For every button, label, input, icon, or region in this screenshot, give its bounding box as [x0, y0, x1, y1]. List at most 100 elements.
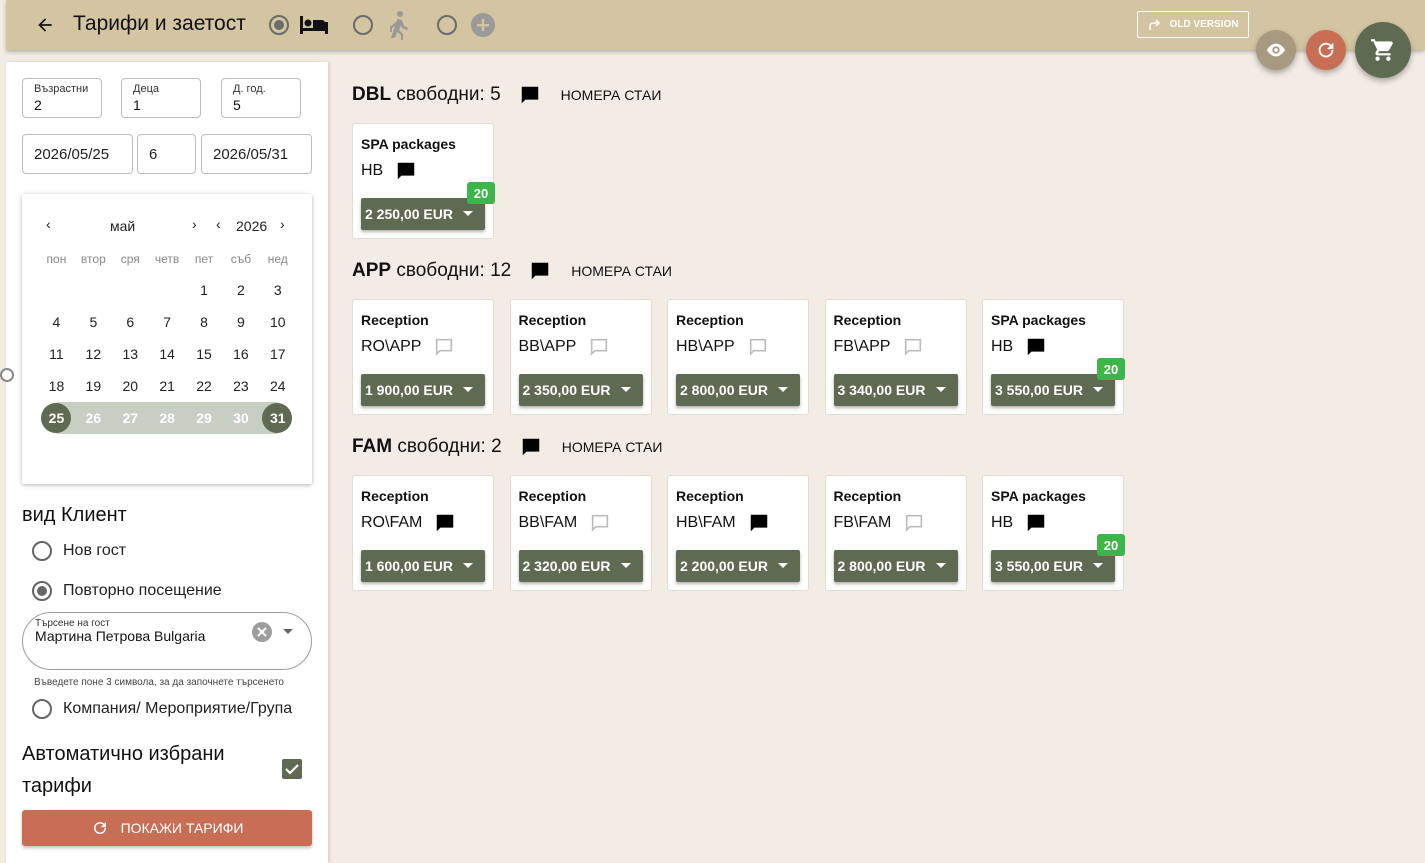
price-dropdown-button[interactable]: 3 550,00 EUR [991, 374, 1115, 406]
calendar-day[interactable]: 14 [149, 338, 186, 370]
back-button[interactable] [30, 10, 60, 40]
refresh-icon [1318, 42, 1334, 58]
calendar-grid: пон втор сря четв пет съб нед 1 2 3 4 5 6 7 8 9 10 11 12 13… [38, 244, 297, 434]
cart-button[interactable] [1355, 22, 1411, 78]
next-month-icon[interactable]: › [192, 216, 197, 232]
calendar-day[interactable]: 18 [38, 370, 75, 402]
auto-rates-checkbox[interactable] [282, 759, 302, 779]
next-year-icon[interactable]: › [280, 216, 285, 232]
room-numbers-button[interactable]: НОМЕРА СТАИ [561, 87, 662, 103]
price-dropdown-button[interactable]: 1 600,00 EUR [361, 550, 485, 582]
calendar-day[interactable]: 25 [38, 402, 75, 434]
price-dropdown-button[interactable]: 3 550,00 EUR [991, 550, 1115, 582]
calendar-day[interactable]: 31 [259, 402, 297, 434]
price-dropdown-button[interactable]: 2 800,00 EUR [676, 374, 800, 406]
children-field[interactable]: Деца 1 [121, 78, 201, 118]
show-rates-button[interactable]: ПОКАЖИ ТАРИФИ [22, 810, 312, 846]
prev-year-icon[interactable]: ‹ [216, 216, 221, 232]
guest-search-input[interactable]: Търсене на гост Мартина Петрова Bulgaria [22, 612, 312, 670]
walk-icon[interactable] [382, 10, 414, 40]
calendar-day[interactable]: 7 [149, 306, 186, 338]
price-dropdown-button[interactable]: 2 200,00 EUR [676, 550, 800, 582]
calendar-day[interactable]: 4 [38, 306, 75, 338]
room-comment-icon[interactable] [520, 436, 542, 458]
calendar-day[interactable]: 5 [75, 306, 112, 338]
calendar-day[interactable]: 20 [112, 370, 149, 402]
prev-month-icon[interactable]: ‹ [46, 216, 51, 232]
price-dropdown-button[interactable]: 2 320,00 EUR [518, 550, 643, 582]
rate-comment-icon[interactable] [902, 336, 924, 358]
calendar-day[interactable]: 16 [222, 338, 259, 370]
mode-radio-walkin[interactable] [353, 15, 373, 35]
children-label: Деца [133, 83, 159, 95]
calendar-day[interactable]: 19 [75, 370, 112, 402]
rate-comment-icon[interactable] [433, 336, 455, 358]
rate-comment-icon[interactable] [588, 336, 610, 358]
calendar-day[interactable]: 26 [74, 402, 112, 434]
calendar-day[interactable]: 24 [259, 370, 296, 402]
room-comment-icon[interactable] [529, 260, 551, 282]
calendar-day[interactable]: 21 [149, 370, 186, 402]
radio-company[interactable] [32, 699, 52, 719]
calendar-day[interactable]: 27 [111, 402, 149, 434]
calendar-day[interactable]: 10 [259, 306, 296, 338]
calendar-day[interactable]: 12 [75, 338, 112, 370]
radio-new-guest[interactable] [32, 541, 52, 561]
rate-comment-icon[interactable] [434, 512, 456, 534]
sidebar-handle[interactable] [0, 368, 14, 382]
room-numbers-button[interactable]: НОМЕРА СТАИ [562, 439, 663, 455]
calendar-day[interactable]: 22 [186, 370, 223, 402]
calendar-day[interactable]: 11 [38, 338, 75, 370]
date-to-field[interactable]: 2026/05/31 [201, 134, 312, 174]
add-circle-icon[interactable] [467, 10, 499, 40]
nights-field[interactable]: 6 [137, 134, 196, 174]
rate-comment-icon[interactable] [589, 512, 611, 534]
client-option-company[interactable]: Компания/ Мероприятие/Група [32, 699, 292, 719]
calendar-day[interactable]: 23 [222, 370, 259, 402]
calendar-day[interactable]: 29 [185, 402, 223, 434]
refresh-button[interactable] [1306, 30, 1346, 70]
child-age-label: Д. год. [233, 83, 266, 95]
rate-comment-icon[interactable] [395, 160, 417, 182]
dropdown-caret-icon [463, 387, 473, 392]
rate-comment-icon[interactable] [747, 336, 769, 358]
room-comment-icon[interactable] [519, 84, 541, 106]
price-dropdown-button[interactable]: 3 340,00 EUR [833, 374, 958, 406]
dropdown-caret-icon[interactable] [283, 629, 293, 634]
calendar-day[interactable]: 30 [222, 402, 260, 434]
room-free-label: свободни: [397, 436, 486, 457]
rate-comment-icon[interactable] [748, 512, 770, 534]
calendar-day[interactable]: 2 [222, 274, 259, 306]
bed-icon[interactable] [298, 10, 330, 40]
clear-icon[interactable] [251, 621, 273, 643]
rate-board-label: HB [991, 514, 1014, 531]
child-age-field[interactable]: Д. год. 5 [221, 78, 301, 118]
calendar-day[interactable]: 8 [186, 306, 223, 338]
calendar-day[interactable]: 3 [259, 274, 296, 306]
mode-radio-accommodation[interactable] [269, 15, 289, 35]
calendar-day[interactable]: 28 [148, 402, 186, 434]
rate-comment-icon[interactable] [1025, 336, 1047, 358]
price-dropdown-button[interactable]: 2 250,00 EUR [361, 198, 485, 230]
price-dropdown-button[interactable]: 2 800,00 EUR [833, 550, 958, 582]
client-option-returning[interactable]: Повторно посещение [32, 581, 222, 601]
calendar-day[interactable]: 1 [186, 274, 223, 306]
rate-comment-icon[interactable] [1025, 512, 1047, 534]
date-from-field[interactable]: 2026/05/25 [22, 134, 133, 174]
calendar-day[interactable]: 13 [112, 338, 149, 370]
mode-radio-extra[interactable] [437, 15, 457, 35]
client-option-new[interactable]: Нов гост [32, 541, 126, 561]
calendar-day[interactable]: 6 [112, 306, 149, 338]
calendar-day[interactable]: 17 [259, 338, 296, 370]
preview-button[interactable] [1256, 30, 1296, 70]
rate-comment-icon[interactable] [903, 512, 925, 534]
calendar-day[interactable]: 15 [186, 338, 223, 370]
adults-field[interactable]: Възрастни 2 [22, 78, 102, 118]
room-numbers-button[interactable]: НОМЕРА СТАИ [571, 263, 672, 279]
room-type-fam: FAM свободни: 2 НОМЕРА СТАИ Reception RO\FA… [352, 432, 1125, 591]
price-dropdown-button[interactable]: 1 900,00 EUR [361, 374, 485, 406]
calendar-day[interactable]: 9 [222, 306, 259, 338]
old-version-button[interactable]: OLD VERSION [1137, 11, 1249, 38]
radio-returning-guest[interactable] [32, 581, 52, 601]
price-dropdown-button[interactable]: 2 350,00 EUR [518, 374, 643, 406]
